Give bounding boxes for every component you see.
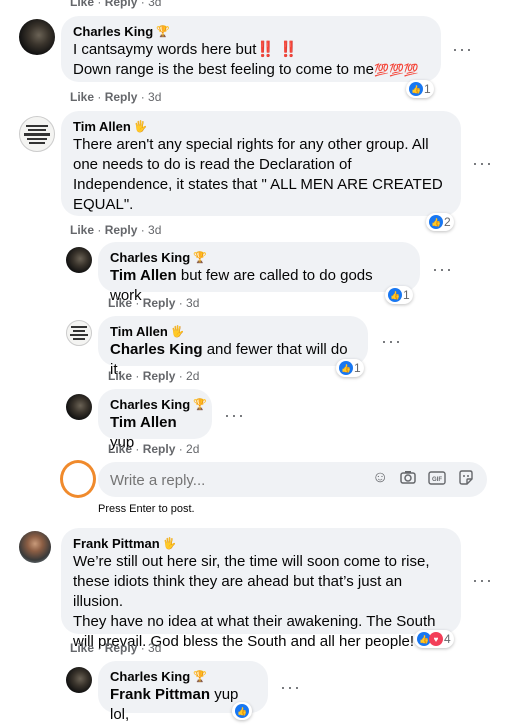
mention-tag[interactable]: Tim Allen <box>110 414 177 431</box>
reply-bubble: Tim Allen 🖐 Charles King and fewer that w… <box>98 316 368 378</box>
like-link[interactable]: Like <box>70 641 94 655</box>
more-dots-icon[interactable]: ··· <box>224 406 245 424</box>
comment-meta-top: Like · Reply · 3d <box>70 0 161 10</box>
mention-tag[interactable]: Tim Allen <box>110 267 177 284</box>
hundred-points-icon: 💯💯💯 <box>374 63 419 77</box>
reply-link[interactable]: Reply <box>105 223 138 237</box>
rising-fan-badge-icon: 🖐 <box>133 121 148 133</box>
author-name[interactable]: Tim Allen <box>110 324 168 340</box>
author-name[interactable]: Charles King <box>73 24 153 40</box>
top-fan-badge-icon: 🏆 <box>156 26 170 38</box>
thumbs-up-icon: 👍 <box>429 215 443 229</box>
more-dots-icon[interactable]: ··· <box>280 678 301 696</box>
reply-link[interactable]: Reply <box>105 641 138 655</box>
author-name[interactable]: Frank Pittman <box>73 536 160 552</box>
current-user-avatar[interactable] <box>60 460 96 498</box>
comment-bubble: Tim Allen 🖐 There aren't any special righ… <box>61 111 461 216</box>
avatar[interactable] <box>66 667 92 693</box>
reply-link[interactable]: Reply <box>105 90 138 104</box>
more-dots-icon[interactable]: ··· <box>472 154 493 172</box>
avatar[interactable] <box>66 320 92 346</box>
avatar[interactable] <box>19 531 51 563</box>
top-fan-badge-icon: 🏆 <box>193 671 207 683</box>
rising-fan-badge-icon: 🖐 <box>170 326 185 338</box>
author-name[interactable]: Charles King <box>110 669 190 685</box>
reply-link[interactable]: Reply <box>143 369 176 383</box>
avatar[interactable] <box>19 19 55 55</box>
sticker-icon[interactable] <box>458 470 474 491</box>
reply-link[interactable]: Reply <box>143 442 176 456</box>
reply-link[interactable]: Reply <box>143 296 176 310</box>
thumbs-up-icon: 👍 <box>388 288 402 302</box>
like-link[interactable]: Like <box>108 369 132 383</box>
reply-meta: Like · Reply · 3d <box>108 296 200 310</box>
like-link[interactable]: Like <box>70 223 94 237</box>
reaction-count[interactable]: 👍 1 <box>336 359 364 377</box>
double-exclamation-icon: ‼️ ‼️ <box>256 41 298 58</box>
heart-icon: ♥ <box>429 632 443 646</box>
top-fan-badge-icon: 🏆 <box>193 399 207 411</box>
reaction-count[interactable]: 👍 ♥ 4 <box>414 630 454 648</box>
mention-tag[interactable]: Charles King <box>110 341 203 358</box>
more-dots-icon[interactable]: ··· <box>452 40 473 58</box>
like-link[interactable]: Like <box>70 0 94 9</box>
mention-tag[interactable]: Frank Pittman <box>110 686 210 703</box>
gif-icon[interactable]: GIF <box>428 471 446 490</box>
like-link[interactable]: Like <box>108 296 132 310</box>
camera-icon[interactable] <box>400 470 416 489</box>
reaction-count[interactable]: 👍 2 <box>426 213 454 231</box>
reply-meta: Like · Reply · 2d <box>108 369 200 383</box>
like-link[interactable]: Like <box>70 90 94 104</box>
thumbs-up-icon: 👍 <box>339 361 353 375</box>
reply-composer: ☺ GIF <box>98 462 487 497</box>
svg-text:GIF: GIF <box>432 477 442 483</box>
reply-link[interactable]: Reply <box>105 0 138 9</box>
avatar[interactable] <box>66 394 92 420</box>
reaction-count[interactable]: 👍 <box>232 702 252 720</box>
author-name[interactable]: Charles King <box>110 397 190 413</box>
reaction-count[interactable]: 👍 1 <box>406 80 434 98</box>
more-dots-icon[interactable]: ··· <box>432 260 453 278</box>
comment-bubble: Charles King 🏆 I cantsaymy words here but… <box>61 16 441 82</box>
like-link[interactable]: Like <box>108 442 132 456</box>
rising-fan-badge-icon: 🖐 <box>162 538 177 550</box>
top-fan-badge-icon: 🏆 <box>193 252 207 264</box>
reply-bubble: Charles King 🏆 Tim Allen but few are call… <box>98 242 420 304</box>
reply-bubble: Charles King 🏆 Tim Allen yup <box>98 389 212 451</box>
author-name[interactable]: Charles King <box>110 250 190 266</box>
more-dots-icon[interactable]: ··· <box>472 571 493 589</box>
thumbs-up-icon: 👍 <box>235 704 249 718</box>
reply-meta: Like · Reply · 2d <box>108 442 200 456</box>
avatar[interactable] <box>19 116 55 152</box>
comment-meta: Like · Reply · 3d <box>70 641 162 655</box>
thumbs-up-icon: 👍 <box>409 82 423 96</box>
more-dots-icon[interactable]: ··· <box>381 332 402 350</box>
author-name[interactable]: Tim Allen <box>73 119 131 135</box>
comment-meta: Like · Reply · 3d <box>70 223 162 237</box>
avatar[interactable] <box>66 247 92 273</box>
comment-meta: Like · Reply · 3d <box>70 90 162 104</box>
comment-bubble: Frank Pittman 🖐 We’re still out here sir,… <box>61 528 461 650</box>
reply-input[interactable] <box>108 469 362 491</box>
press-enter-hint: Press Enter to post. <box>98 503 195 515</box>
emoji-icon[interactable]: ☺ <box>372 469 388 487</box>
reaction-count[interactable]: 👍 1 <box>385 286 413 304</box>
